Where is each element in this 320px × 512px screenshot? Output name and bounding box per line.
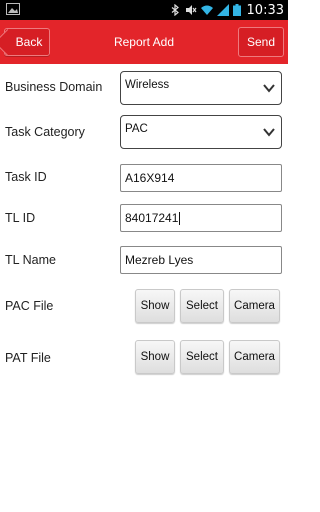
- pac-show-label: Show: [140, 300, 170, 312]
- task-category-value: PAC: [125, 123, 148, 135]
- pac-camera-label: Camera: [234, 300, 275, 312]
- back-button-label: Back: [15, 35, 43, 49]
- bluetooth-icon: [171, 4, 179, 16]
- task-id-input[interactable]: A16X914: [120, 164, 282, 192]
- pat-camera-label: Camera: [234, 351, 275, 363]
- pat-show-label: Show: [140, 351, 170, 363]
- task-id-value: A16X914: [125, 171, 175, 185]
- business-domain-value: Wireless: [125, 79, 170, 91]
- business-domain-label: Business Domain: [5, 80, 103, 94]
- task-category-label: Task Category: [5, 125, 85, 139]
- clock-time: 10:33: [246, 2, 284, 18]
- tl-name-input[interactable]: Mezreb Lyes: [120, 246, 282, 274]
- text-cursor: [179, 212, 181, 226]
- pat-select-button[interactable]: Select: [180, 340, 224, 374]
- tl-name-label: TL Name: [5, 253, 56, 267]
- tl-name-value: Mezreb Lyes: [125, 253, 194, 267]
- pat-select-label: Select: [186, 351, 218, 363]
- gallery-icon: [6, 3, 20, 15]
- pac-camera-button[interactable]: Camera: [229, 289, 280, 323]
- pac-select-button[interactable]: Select: [180, 289, 224, 323]
- task-category-select[interactable]: PAC: [120, 115, 282, 149]
- status-bar: 10:33: [0, 0, 288, 20]
- tl-id-value: 84017241: [125, 211, 179, 225]
- pat-show-button[interactable]: Show: [135, 340, 175, 374]
- business-domain-select[interactable]: Wireless: [120, 71, 282, 105]
- action-bar: Report Add Back Send: [0, 20, 288, 64]
- pat-camera-button[interactable]: Camera: [229, 340, 280, 374]
- pat-file-label: PAT File: [5, 351, 51, 365]
- battery-icon: [232, 4, 241, 16]
- pac-select-label: Select: [186, 300, 218, 312]
- chevron-down-icon: [263, 84, 275, 93]
- pac-show-button[interactable]: Show: [135, 289, 175, 323]
- pac-file-label: PAC File: [5, 299, 54, 313]
- tl-id-input[interactable]: 84017241: [120, 204, 282, 232]
- send-button[interactable]: Send: [238, 27, 284, 57]
- task-id-label: Task ID: [5, 170, 47, 184]
- signal-icon: [216, 4, 229, 16]
- back-button[interactable]: Back: [4, 28, 50, 56]
- wifi-icon: [200, 5, 213, 15]
- tl-id-label: TL ID: [5, 211, 36, 225]
- chevron-down-icon: [263, 128, 275, 137]
- send-button-label: Send: [246, 35, 276, 49]
- mute-icon: [185, 5, 197, 15]
